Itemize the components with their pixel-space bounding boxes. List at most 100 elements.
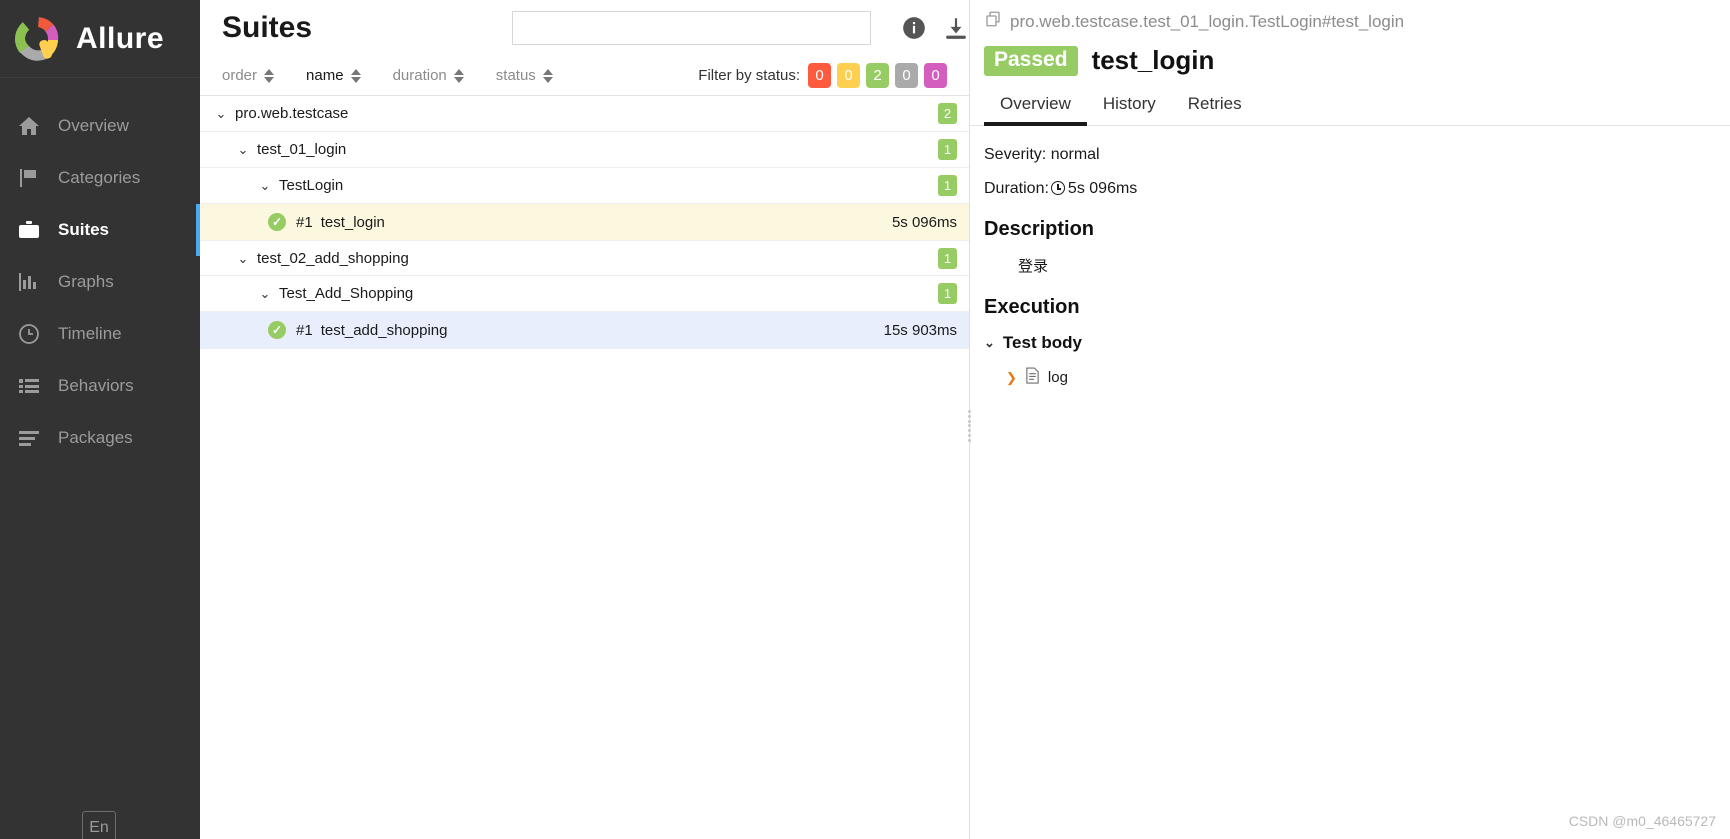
test-duration: 5s 096ms xyxy=(891,213,957,231)
tree-node-label: test_01_login xyxy=(257,141,347,158)
language-button[interactable]: En xyxy=(82,811,116,839)
tab-overview[interactable]: Overview xyxy=(984,90,1087,126)
brand: Allure xyxy=(0,0,200,78)
tree-node-row[interactable]: ⌄ test_02_add_shopping 1 xyxy=(200,240,969,276)
sidebar-item-categories[interactable]: Categories xyxy=(0,152,200,204)
log-entry[interactable]: ❯ log xyxy=(984,367,1730,388)
info-icon[interactable] xyxy=(901,15,927,41)
chevron-down-icon[interactable]: ⌄ xyxy=(984,335,995,351)
tree-node-count-badge: 1 xyxy=(938,247,957,269)
status-filter: Filter by status: 0 0 2 0 0 xyxy=(698,63,947,88)
chevron-right-icon[interactable]: ❯ xyxy=(1006,370,1017,386)
flag-icon xyxy=(16,165,42,191)
severity-text: Severity: normal xyxy=(984,146,1100,163)
sorter-order[interactable]: order xyxy=(222,67,275,84)
duration-value: 5s 096ms xyxy=(1067,180,1138,197)
breadcrumb-path: pro.web.testcase.test_01_login.TestLogin… xyxy=(1010,11,1405,31)
sidebar-item-label: Overview xyxy=(58,116,129,135)
suites-tree: ⌄ pro.web.testcase 2 ⌄ test_01_login 1 ⌄… xyxy=(200,96,969,839)
sidebar-item-timeline[interactable]: Timeline xyxy=(0,308,200,360)
tree-node-row[interactable]: ⌄ pro.web.testcase 2 xyxy=(200,96,969,132)
tab-history[interactable]: History xyxy=(1087,90,1172,126)
tree-node-label: pro.web.testcase xyxy=(235,105,349,122)
test-title-row: Passed test_login xyxy=(970,33,1730,76)
test-order-number: #1 xyxy=(296,321,313,339)
log-label: log xyxy=(1047,369,1068,386)
suites-header: Suites xyxy=(200,0,969,56)
sorter-label: status xyxy=(495,67,536,84)
sidebar-item-label: Categories xyxy=(58,168,141,187)
test-body-label: Test body xyxy=(1002,333,1082,352)
chevron-down-icon[interactable]: ⌄ xyxy=(236,252,250,265)
status-filter-broken[interactable]: 0 xyxy=(837,63,860,88)
clock-icon xyxy=(1050,181,1065,195)
sort-arrows-icon xyxy=(350,68,361,83)
status-filter-passed[interactable]: 2 xyxy=(866,63,889,88)
test-name: test_add_shopping xyxy=(320,321,448,339)
test-name: test_login xyxy=(320,213,385,231)
file-icon xyxy=(1025,367,1040,388)
clock-icon xyxy=(16,321,42,347)
sidebar-item-label: Graphs xyxy=(58,272,114,291)
duration-row: Duration: 5s 096ms xyxy=(984,180,1730,198)
home-icon xyxy=(16,113,42,139)
bar-chart-icon xyxy=(16,269,42,295)
tree-node-count-badge: 1 xyxy=(938,283,957,304)
status-filter-unknown[interactable]: 0 xyxy=(924,63,947,88)
panel-splitter-handle[interactable] xyxy=(965,408,973,444)
description-heading: Description xyxy=(984,218,1095,240)
tree-node-label: test_02_add_shopping xyxy=(257,249,409,267)
sidebar-item-label: Packages xyxy=(58,428,133,447)
tree-node-row[interactable]: ⌄ test_01_login 1 xyxy=(200,132,969,168)
status-filter-skipped[interactable]: 0 xyxy=(895,63,918,88)
briefcase-icon xyxy=(16,217,42,243)
tree-node-row[interactable]: ⌄ TestLogin 1 xyxy=(200,168,969,204)
test-body-toggle[interactable]: ⌄ Test body xyxy=(984,333,1730,353)
tree-node-label: TestLogin xyxy=(279,177,344,194)
chevron-down-icon[interactable]: ⌄ xyxy=(258,287,272,300)
test-duration: 15s 903ms xyxy=(883,321,957,339)
copy-icon[interactable] xyxy=(984,10,1002,33)
sidebar-item-packages[interactable]: Packages xyxy=(0,412,200,464)
chevron-down-icon[interactable]: ⌄ xyxy=(258,179,272,192)
search-input[interactable] xyxy=(512,11,871,45)
sort-arrows-icon xyxy=(264,68,275,83)
sidebar-item-behaviors[interactable]: Behaviors xyxy=(0,360,200,412)
watermark: CSDN @m0_46465727 xyxy=(1568,813,1716,829)
breadcrumb: pro.web.testcase.test_01_login.TestLogin… xyxy=(970,0,1730,33)
tree-node-count-badge: 1 xyxy=(938,139,957,160)
status-filter-failed[interactable]: 0 xyxy=(808,63,831,88)
test-order-number: #1 xyxy=(296,213,313,231)
download-icon[interactable] xyxy=(943,15,969,41)
tree-node-count-badge: 1 xyxy=(938,175,957,196)
chevron-down-icon[interactable]: ⌄ xyxy=(236,143,250,156)
description-text: 登录 xyxy=(1018,258,1049,275)
sidebar-nav: Overview Categories Suites Graphs Timeli… xyxy=(0,78,200,464)
sorter-label: name xyxy=(306,67,344,84)
sorter-label: duration xyxy=(392,67,447,84)
tab-retries[interactable]: Retries xyxy=(1172,90,1258,126)
chevron-down-icon[interactable]: ⌄ xyxy=(214,107,228,120)
filter-by-status-label: Filter by status: xyxy=(698,67,800,84)
status-badge: Passed xyxy=(984,45,1078,76)
detail-tabs: Overview History Retries xyxy=(970,90,1730,126)
sidebar-item-suites[interactable]: Suites xyxy=(0,204,200,256)
sidebar-item-graphs[interactable]: Graphs xyxy=(0,256,200,308)
sidebar-item-label: Timeline xyxy=(58,324,122,343)
test-result-row[interactable]: ✓ #1 test_login 5s 096ms xyxy=(200,204,969,240)
overview-body: Severity: normal Duration: 5s 096ms Descr… xyxy=(970,126,1730,388)
sidebar-item-label: Suites xyxy=(58,220,110,239)
sidebar-item-overview[interactable]: Overview xyxy=(0,100,200,152)
test-title: test_login xyxy=(1091,45,1215,75)
sorter-status[interactable]: status xyxy=(496,67,553,84)
sidebar-item-label: Behaviors xyxy=(58,376,134,395)
passed-status-icon: ✓ xyxy=(268,213,286,231)
sorter-name[interactable]: name xyxy=(306,67,361,84)
sort-arrows-icon xyxy=(453,68,464,83)
duration-label: Duration: xyxy=(984,180,1049,197)
sidebar: Allure Overview Categories Suites Graphs… xyxy=(0,0,200,839)
sort-arrows-icon xyxy=(542,68,553,83)
sorter-duration[interactable]: duration xyxy=(393,67,464,84)
test-result-row[interactable]: ✓ #1 test_add_shopping 15s 903ms xyxy=(200,312,969,348)
tree-node-row[interactable]: ⌄ Test_Add_Shopping 1 xyxy=(200,276,969,312)
